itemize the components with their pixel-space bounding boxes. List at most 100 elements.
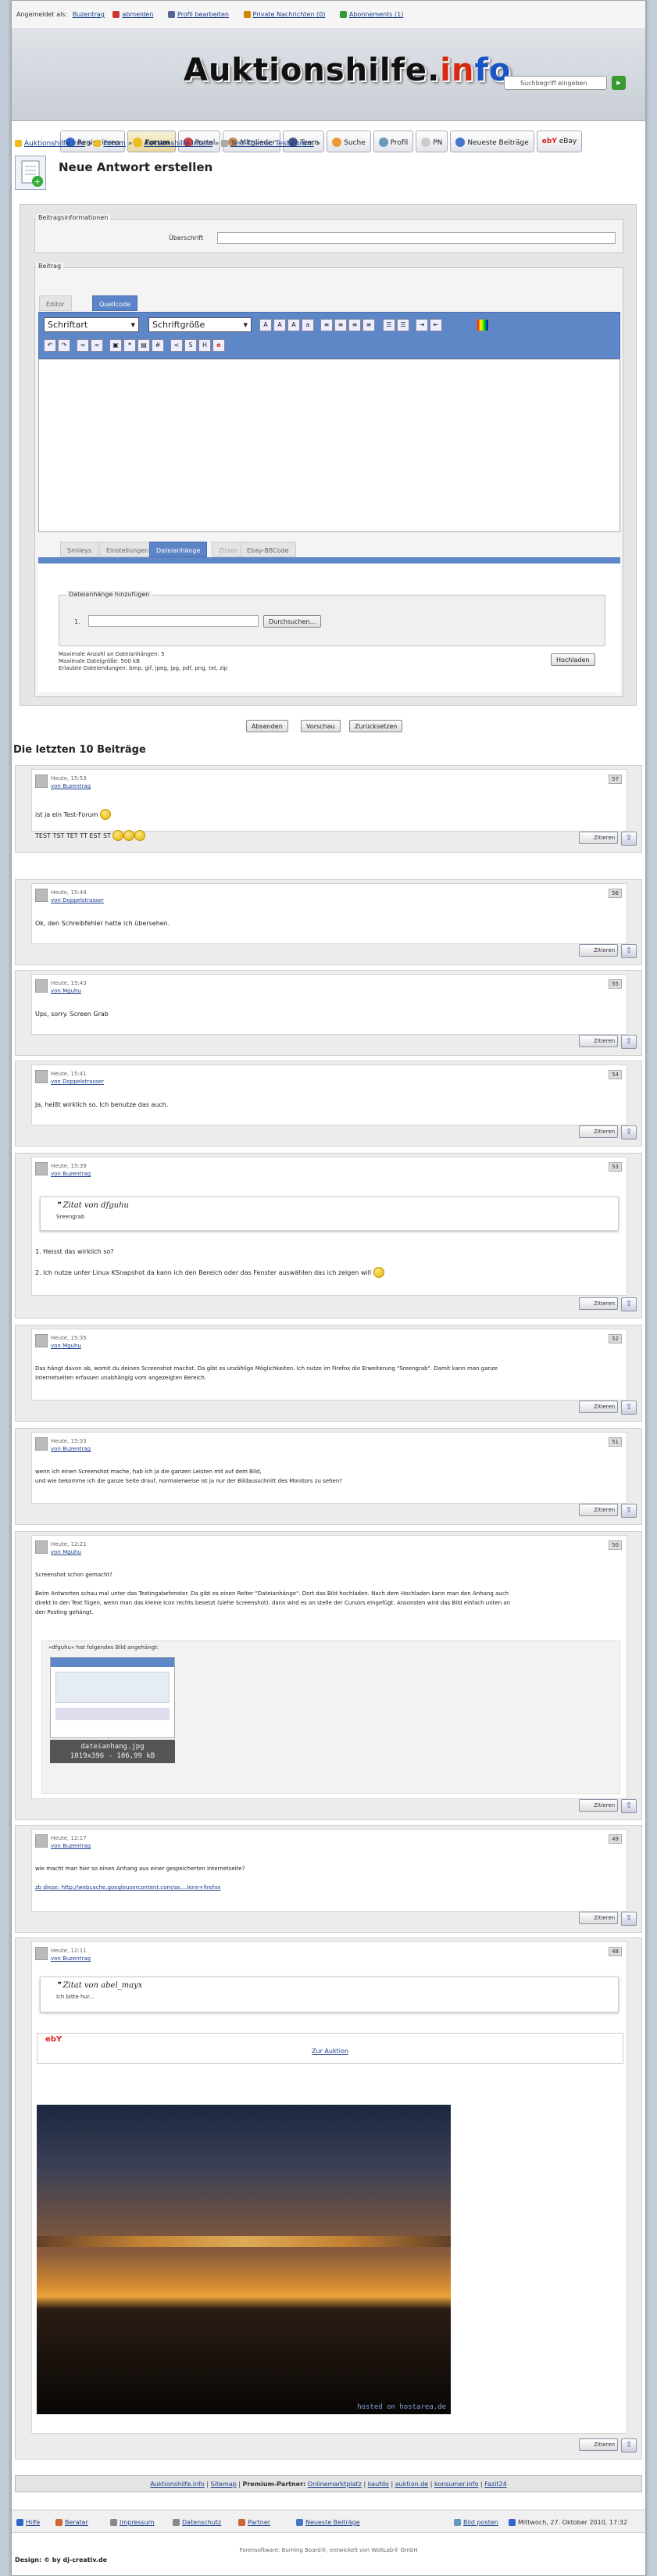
tab-editor[interactable]: Editor xyxy=(39,295,72,311)
auction-link[interactable]: Zur Auktion xyxy=(37,2048,623,2055)
tab-ebay-bbcode[interactable]: Ebay-BBCode xyxy=(240,542,296,557)
sunset-image[interactable]: hosted on hostarea.de xyxy=(37,2105,451,2414)
username-link[interactable]: Buzentrag xyxy=(73,11,105,18)
avatar[interactable] xyxy=(35,1947,48,1960)
nav-profile[interactable]: Profil xyxy=(373,131,414,152)
post-number[interactable]: 48 xyxy=(609,1947,622,1956)
breadcrumb-forum[interactable]: Forum xyxy=(103,140,126,148)
preview-button[interactable]: Vorschau xyxy=(301,720,341,732)
quote-button[interactable]: Zitieren xyxy=(579,1125,618,1138)
font-size-select[interactable]: Schriftgröße ▾ xyxy=(148,317,252,332)
avatar[interactable] xyxy=(35,1070,48,1083)
tab-source[interactable]: Quellcode xyxy=(92,295,138,311)
underline-icon[interactable]: A xyxy=(287,319,300,331)
undo-icon[interactable]: ↶ xyxy=(44,339,56,352)
html-icon[interactable]: < xyxy=(170,339,183,352)
tab-attachments[interactable]: Dateianhänge xyxy=(149,542,208,557)
scroll-up-icon[interactable]: ⇧ xyxy=(621,1799,637,1813)
avatar[interactable] xyxy=(35,1334,48,1347)
advisor-link[interactable]: Berater xyxy=(55,2519,88,2526)
post-number[interactable]: 49 xyxy=(609,1834,622,1844)
footer-link[interactable]: Sitemap xyxy=(211,2481,237,2488)
scroll-up-icon[interactable]: ⇧ xyxy=(621,944,637,958)
post-number[interactable]: 50 xyxy=(609,1540,622,1550)
unlink-icon[interactable]: ∞ xyxy=(91,339,103,352)
quote-button[interactable]: Zitieren xyxy=(579,1504,618,1516)
color-picker-icon[interactable] xyxy=(477,319,489,331)
post-number[interactable]: 55 xyxy=(609,979,622,989)
avatar[interactable] xyxy=(35,1540,48,1554)
quote-button[interactable]: Zitieren xyxy=(579,2438,618,2451)
avatar[interactable] xyxy=(35,775,48,788)
nav-ebay[interactable]: ebY eBay xyxy=(536,131,583,152)
scroll-up-icon[interactable]: ⇧ xyxy=(621,1504,637,1518)
file-input[interactable] xyxy=(88,615,259,627)
help-link[interactable]: Hilfe xyxy=(16,2519,40,2526)
post-number[interactable]: 57 xyxy=(609,775,622,784)
reset-button[interactable]: Zurücksetzen xyxy=(349,720,403,732)
nav-search[interactable]: Suche xyxy=(327,131,371,152)
post-number[interactable]: 54 xyxy=(609,1070,622,1079)
quote-button[interactable]: Zitieren xyxy=(579,1401,618,1413)
post-link[interactable]: zb diese: http://webcache.googleusercont… xyxy=(35,1883,245,1892)
tab-settings[interactable]: Einstellungen xyxy=(99,542,156,557)
nav-latest-posts[interactable]: Neueste Beiträge xyxy=(450,131,534,152)
post-image-link[interactable]: Bild posten xyxy=(454,2519,498,2526)
footer-link[interactable]: konsumer.info xyxy=(434,2481,478,2488)
avatar[interactable] xyxy=(35,1437,48,1451)
search-submit-button[interactable]: ▸ xyxy=(612,76,626,90)
quote-button[interactable]: Zitieren xyxy=(579,1035,618,1047)
align-center-icon[interactable]: ≡ xyxy=(334,319,347,331)
scroll-up-icon[interactable]: ⇧ xyxy=(621,1125,637,1140)
post-number[interactable]: 56 xyxy=(609,889,622,898)
avatar[interactable] xyxy=(35,979,48,993)
quote-button[interactable]: Zitieren xyxy=(579,1297,618,1310)
breadcrumb-home[interactable]: Auktionshilfe.info xyxy=(24,140,85,148)
quote-icon[interactable]: ❝ xyxy=(123,339,136,352)
browse-button[interactable]: Durchsuchen... xyxy=(263,615,322,628)
justify-icon[interactable]: ≡ xyxy=(362,319,375,331)
footer-link[interactable]: kaufdo xyxy=(368,2481,389,2488)
quote-button[interactable]: Zitieren xyxy=(579,1912,618,1924)
sql-icon[interactable]: S xyxy=(184,339,197,352)
post-number[interactable]: 51 xyxy=(609,1437,622,1447)
quote-button[interactable]: Zitieren xyxy=(579,1799,618,1812)
indent-icon[interactable]: ⇥ xyxy=(416,319,428,331)
footer-link[interactable]: Auktionshilfe.info xyxy=(150,2481,204,2488)
avatar[interactable] xyxy=(35,1162,48,1175)
post-number[interactable]: 52 xyxy=(609,1334,622,1343)
scroll-up-icon[interactable]: ⇧ xyxy=(621,1035,637,1049)
subscriptions-link[interactable]: Abonnements (1) xyxy=(339,11,409,18)
quote-button[interactable]: Zitieren xyxy=(579,944,618,957)
scroll-up-icon[interactable]: ⇧ xyxy=(621,1401,637,1415)
highlight-icon[interactable]: H xyxy=(198,339,211,352)
code-icon[interactable]: ▤ xyxy=(137,339,150,352)
latest-posts-link[interactable]: Neueste Beiträge xyxy=(296,2519,360,2526)
outdent-icon[interactable]: ⇤ xyxy=(430,319,442,331)
partner-link[interactable]: Partner xyxy=(238,2519,270,2526)
align-left-icon[interactable]: ≡ xyxy=(320,319,333,331)
font-family-select[interactable]: Schriftart ▾ xyxy=(44,317,139,332)
pm-link[interactable]: Private Nachrichten (0) xyxy=(243,11,332,18)
footer-link[interactable]: auktion.de xyxy=(395,2481,428,2488)
search-input[interactable]: Suchbegriff eingeben xyxy=(504,76,607,90)
scroll-up-icon[interactable]: ⇧ xyxy=(621,2438,637,2453)
logout-link[interactable]: abmelden xyxy=(112,11,159,18)
scroll-up-icon[interactable]: ⇧ xyxy=(621,1297,637,1311)
footer-link[interactable]: Onlinemarktplatz xyxy=(308,2481,362,2488)
nav-pm[interactable]: PN xyxy=(416,131,448,152)
breadcrumb-thread[interactable]: Test-Thema: Test-Forum xyxy=(230,140,314,148)
scroll-up-icon[interactable]: ⇧ xyxy=(621,1912,637,1926)
subject-input[interactable] xyxy=(217,232,616,244)
italic-icon[interactable]: A xyxy=(273,319,286,331)
quote-button[interactable]: Zitieren xyxy=(579,832,618,844)
image-icon[interactable]: ▣ xyxy=(109,339,122,352)
footer-link[interactable]: Fazit24 xyxy=(484,2481,507,2488)
redo-icon[interactable]: ↷ xyxy=(58,339,70,352)
avatar[interactable] xyxy=(35,889,48,902)
profile-link[interactable]: Profil bearbeiten xyxy=(167,11,235,18)
align-right-icon[interactable]: ≡ xyxy=(348,319,361,331)
bold-icon[interactable]: A xyxy=(259,319,272,331)
scroll-up-icon[interactable]: ⇧ xyxy=(621,832,637,846)
hash-icon[interactable]: # xyxy=(152,339,164,352)
